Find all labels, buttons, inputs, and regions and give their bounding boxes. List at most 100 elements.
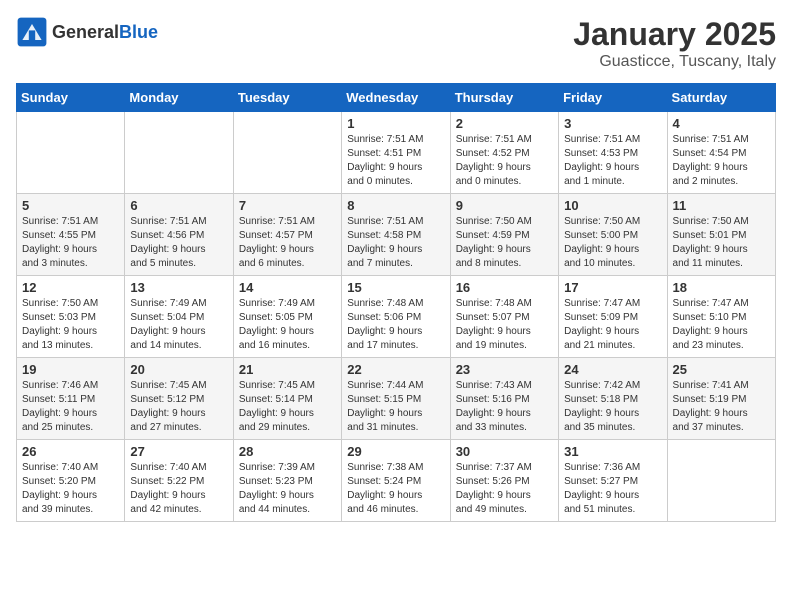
calendar-cell: 1 Sunrise: 7:51 AM Sunset: 4:51 PM Daylig… bbox=[342, 112, 450, 194]
day-header-wednesday: Wednesday bbox=[342, 84, 450, 112]
day-header-saturday: Saturday bbox=[667, 84, 775, 112]
cell-info: Sunrise: 7:51 AM Sunset: 4:52 PM Dayligh… bbox=[456, 133, 553, 189]
day-number: 1 bbox=[347, 116, 444, 131]
cell-info: Sunrise: 7:39 AM Sunset: 5:23 PM Dayligh… bbox=[239, 461, 336, 517]
day-number: 16 bbox=[456, 280, 553, 295]
logo-text-blue: Blue bbox=[119, 22, 158, 43]
calendar-cell: 11Sunrise: 7:50 AM Sunset: 5:01 PM Dayli… bbox=[667, 194, 775, 276]
calendar-cell: 15 Sunrise: 7:48 AM Sunset: 5:06 PM Dayli… bbox=[342, 276, 450, 358]
calendar-cell: 31 Sunrise: 7:36 AM Sunset: 5:27 PM Dayli… bbox=[559, 440, 667, 522]
cell-info: Sunrise: 7:49 AM Sunset: 5:04 PM Dayligh… bbox=[130, 297, 227, 353]
cell-info: Sunrise: 7:51 AM Sunset: 4:51 PM Dayligh… bbox=[347, 133, 444, 189]
day-number: 13 bbox=[130, 280, 227, 295]
day-header-thursday: Thursday bbox=[450, 84, 558, 112]
calendar-cell: 2 Sunrise: 7:51 AM Sunset: 4:52 PM Daylig… bbox=[450, 112, 558, 194]
page-header: General Blue January 2025 Guasticce, Tus… bbox=[16, 16, 776, 71]
week-row-4: 19 Sunrise: 7:46 AM Sunset: 5:11 PM Dayli… bbox=[17, 358, 776, 440]
logo-text-general: General bbox=[52, 22, 119, 43]
calendar-title: January 2025 bbox=[573, 16, 776, 53]
days-header-row: SundayMondayTuesdayWednesdayThursdayFrid… bbox=[17, 84, 776, 112]
cell-info: Sunrise: 7:45 AM Sunset: 5:12 PM Dayligh… bbox=[130, 379, 227, 435]
cell-info: Sunrise: 7:40 AM Sunset: 5:22 PM Dayligh… bbox=[130, 461, 227, 517]
calendar-cell: 25Sunrise: 7:41 AM Sunset: 5:19 PM Dayli… bbox=[667, 358, 775, 440]
calendar-table: SundayMondayTuesdayWednesdayThursdayFrid… bbox=[16, 83, 776, 522]
day-number: 17 bbox=[564, 280, 661, 295]
calendar-cell: 7Sunrise: 7:51 AM Sunset: 4:57 PM Daylig… bbox=[233, 194, 341, 276]
calendar-cell: 30 Sunrise: 7:37 AM Sunset: 5:26 PM Dayli… bbox=[450, 440, 558, 522]
cell-info: Sunrise: 7:43 AM Sunset: 5:16 PM Dayligh… bbox=[456, 379, 553, 435]
cell-info: Sunrise: 7:51 AM Sunset: 4:56 PM Dayligh… bbox=[130, 215, 227, 271]
day-number: 23 bbox=[456, 362, 553, 377]
day-number: 3 bbox=[564, 116, 661, 131]
cell-info: Sunrise: 7:51 AM Sunset: 4:58 PM Dayligh… bbox=[347, 215, 444, 271]
calendar-cell: 16 Sunrise: 7:48 AM Sunset: 5:07 PM Dayli… bbox=[450, 276, 558, 358]
day-number: 4 bbox=[673, 116, 770, 131]
calendar-cell: 22 Sunrise: 7:44 AM Sunset: 5:15 PM Dayli… bbox=[342, 358, 450, 440]
cell-info: Sunrise: 7:41 AM Sunset: 5:19 PM Dayligh… bbox=[673, 379, 770, 435]
cell-info: Sunrise: 7:37 AM Sunset: 5:26 PM Dayligh… bbox=[456, 461, 553, 517]
day-header-tuesday: Tuesday bbox=[233, 84, 341, 112]
calendar-cell: 10 Sunrise: 7:50 AM Sunset: 5:00 PM Dayli… bbox=[559, 194, 667, 276]
day-number: 19 bbox=[22, 362, 119, 377]
day-number: 21 bbox=[239, 362, 336, 377]
logo-icon bbox=[16, 16, 48, 48]
day-number: 18 bbox=[673, 280, 770, 295]
cell-info: Sunrise: 7:47 AM Sunset: 5:10 PM Dayligh… bbox=[673, 297, 770, 353]
day-number: 12 bbox=[22, 280, 119, 295]
calendar-cell bbox=[233, 112, 341, 194]
calendar-cell: 9 Sunrise: 7:50 AM Sunset: 4:59 PM Daylig… bbox=[450, 194, 558, 276]
day-header-monday: Monday bbox=[125, 84, 233, 112]
day-number: 6 bbox=[130, 198, 227, 213]
day-number: 26 bbox=[22, 444, 119, 459]
day-number: 5 bbox=[22, 198, 119, 213]
day-number: 29 bbox=[347, 444, 444, 459]
day-header-sunday: Sunday bbox=[17, 84, 125, 112]
cell-info: Sunrise: 7:44 AM Sunset: 5:15 PM Dayligh… bbox=[347, 379, 444, 435]
cell-info: Sunrise: 7:49 AM Sunset: 5:05 PM Dayligh… bbox=[239, 297, 336, 353]
cell-info: Sunrise: 7:51 AM Sunset: 4:54 PM Dayligh… bbox=[673, 133, 770, 189]
day-number: 22 bbox=[347, 362, 444, 377]
day-number: 2 bbox=[456, 116, 553, 131]
calendar-cell: 14 Sunrise: 7:49 AM Sunset: 5:05 PM Dayli… bbox=[233, 276, 341, 358]
calendar-cell bbox=[17, 112, 125, 194]
calendar-cell: 18 Sunrise: 7:47 AM Sunset: 5:10 PM Dayli… bbox=[667, 276, 775, 358]
calendar-cell: 8Sunrise: 7:51 AM Sunset: 4:58 PM Daylig… bbox=[342, 194, 450, 276]
calendar-cell: 17Sunrise: 7:47 AM Sunset: 5:09 PM Dayli… bbox=[559, 276, 667, 358]
day-number: 31 bbox=[564, 444, 661, 459]
cell-info: Sunrise: 7:48 AM Sunset: 5:06 PM Dayligh… bbox=[347, 297, 444, 353]
day-number: 28 bbox=[239, 444, 336, 459]
calendar-cell bbox=[125, 112, 233, 194]
title-block: January 2025 Guasticce, Tuscany, Italy bbox=[573, 16, 776, 71]
calendar-cell: 13 Sunrise: 7:49 AM Sunset: 5:04 PM Dayli… bbox=[125, 276, 233, 358]
calendar-cell: 21 Sunrise: 7:45 AM Sunset: 5:14 PM Dayli… bbox=[233, 358, 341, 440]
day-number: 14 bbox=[239, 280, 336, 295]
cell-info: Sunrise: 7:38 AM Sunset: 5:24 PM Dayligh… bbox=[347, 461, 444, 517]
day-number: 9 bbox=[456, 198, 553, 213]
day-number: 24 bbox=[564, 362, 661, 377]
cell-info: Sunrise: 7:36 AM Sunset: 5:27 PM Dayligh… bbox=[564, 461, 661, 517]
cell-info: Sunrise: 7:51 AM Sunset: 4:53 PM Dayligh… bbox=[564, 133, 661, 189]
calendar-cell: 29 Sunrise: 7:38 AM Sunset: 5:24 PM Dayli… bbox=[342, 440, 450, 522]
day-number: 20 bbox=[130, 362, 227, 377]
cell-info: Sunrise: 7:46 AM Sunset: 5:11 PM Dayligh… bbox=[22, 379, 119, 435]
calendar-subtitle: Guasticce, Tuscany, Italy bbox=[573, 53, 776, 71]
cell-info: Sunrise: 7:51 AM Sunset: 4:57 PM Dayligh… bbox=[239, 215, 336, 271]
calendar-cell: 5 Sunrise: 7:51 AM Sunset: 4:55 PM Daylig… bbox=[17, 194, 125, 276]
cell-info: Sunrise: 7:50 AM Sunset: 5:03 PM Dayligh… bbox=[22, 297, 119, 353]
calendar-cell: 23 Sunrise: 7:43 AM Sunset: 5:16 PM Dayli… bbox=[450, 358, 558, 440]
cell-info: Sunrise: 7:45 AM Sunset: 5:14 PM Dayligh… bbox=[239, 379, 336, 435]
cell-info: Sunrise: 7:51 AM Sunset: 4:55 PM Dayligh… bbox=[22, 215, 119, 271]
day-number: 11 bbox=[673, 198, 770, 213]
cell-info: Sunrise: 7:42 AM Sunset: 5:18 PM Dayligh… bbox=[564, 379, 661, 435]
cell-info: Sunrise: 7:50 AM Sunset: 5:00 PM Dayligh… bbox=[564, 215, 661, 271]
cell-info: Sunrise: 7:50 AM Sunset: 4:59 PM Dayligh… bbox=[456, 215, 553, 271]
day-number: 30 bbox=[456, 444, 553, 459]
cell-info: Sunrise: 7:48 AM Sunset: 5:07 PM Dayligh… bbox=[456, 297, 553, 353]
day-number: 15 bbox=[347, 280, 444, 295]
week-row-1: 1 Sunrise: 7:51 AM Sunset: 4:51 PM Daylig… bbox=[17, 112, 776, 194]
calendar-cell: 20 Sunrise: 7:45 AM Sunset: 5:12 PM Dayli… bbox=[125, 358, 233, 440]
day-number: 27 bbox=[130, 444, 227, 459]
calendar-cell: 27 Sunrise: 7:40 AM Sunset: 5:22 PM Dayli… bbox=[125, 440, 233, 522]
calendar-cell bbox=[667, 440, 775, 522]
day-number: 10 bbox=[564, 198, 661, 213]
